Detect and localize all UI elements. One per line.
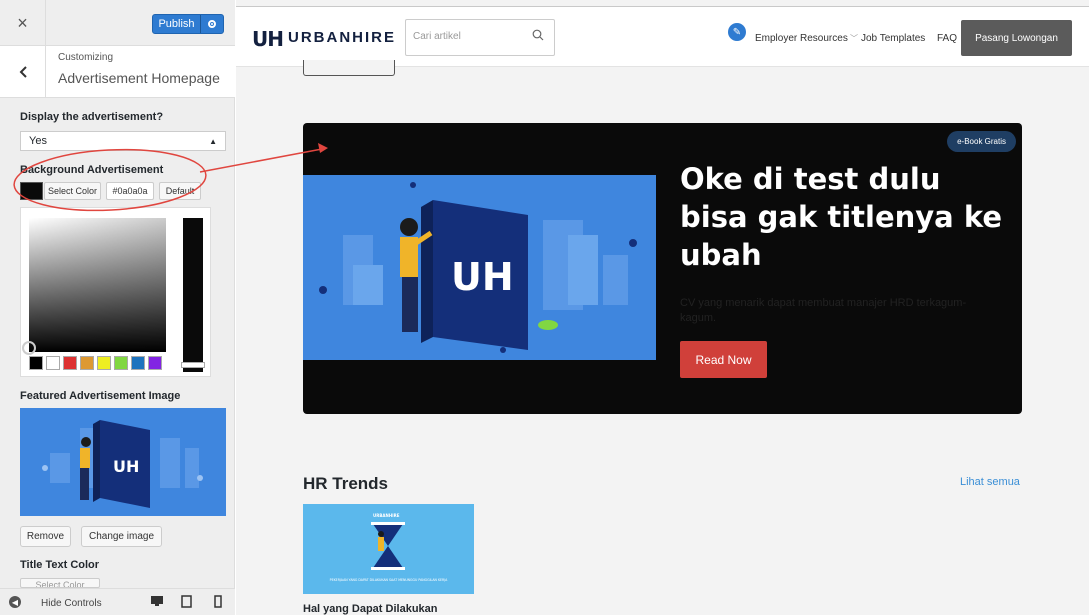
svg-text:UH: UH: [451, 255, 514, 299]
select-color-button[interactable]: Select Color: [44, 182, 101, 200]
logo-text[interactable]: URBANHIRE: [288, 29, 396, 46]
remove-image-button[interactable]: Remove: [20, 526, 71, 547]
customizer-header: × Publish: [0, 0, 235, 46]
edit-shortcut-icon[interactable]: ✎: [728, 23, 746, 41]
search-icon[interactable]: [532, 29, 544, 41]
palette-swatch-yellow[interactable]: [97, 356, 111, 370]
banner-illustration: UH: [303, 175, 656, 360]
hr-trends-title: HR Trends: [303, 474, 389, 493]
mobile-preview-icon[interactable]: [214, 595, 222, 608]
display-ad-value: Yes: [29, 135, 47, 147]
palette-swatch-white[interactable]: [46, 356, 60, 370]
site-header: UH URBANHIRE Cari artikel ✎ Employer Res…: [236, 7, 1089, 67]
section-subtitle: Customizing: [58, 52, 114, 63]
close-customizer-button[interactable]: ×: [0, 0, 46, 46]
card-brand: URBANHIRE: [373, 513, 400, 518]
palette-swatch-green[interactable]: [114, 356, 128, 370]
gear-icon[interactable]: [201, 15, 223, 33]
chevron-left-icon: [19, 66, 27, 78]
collapse-icon[interactable]: ◀: [9, 596, 21, 608]
select-arrows-icon: ▲: [209, 136, 217, 146]
bg-ad-label: Background Advertisement: [20, 164, 164, 176]
change-image-button[interactable]: Change image: [81, 526, 162, 547]
nav-employer-resources[interactable]: Employer Resources ﹀: [755, 33, 858, 44]
card-caption: PEKERJAAN YANG DAPAT DILAKUKAN SAAT MENU…: [330, 578, 448, 582]
back-button[interactable]: [0, 46, 46, 98]
saturation-gradient[interactable]: [29, 218, 166, 352]
banner-title: Oke di test dulu bisa gak titlenya ke ub…: [680, 162, 1003, 272]
default-color-button[interactable]: Default: [159, 182, 201, 200]
palette-swatch-red[interactable]: [63, 356, 77, 370]
nav-faq[interactable]: FAQ: [937, 33, 957, 44]
section-header: Customizing Advertisement Homepage: [0, 46, 235, 98]
featured-image-label: Featured Advertisement Image: [20, 390, 181, 402]
desktop-preview-icon[interactable]: [150, 595, 164, 607]
article-card-title[interactable]: Hal yang Dapat Dilakukan: [303, 603, 438, 615]
preview-top-strip: [236, 0, 1089, 7]
palette-swatch-blue[interactable]: [131, 356, 145, 370]
hue-slider-handle[interactable]: [181, 362, 205, 368]
current-color-swatch[interactable]: [20, 182, 43, 200]
chevron-down-icon: ﹀: [847, 34, 859, 43]
nav-job-templates[interactable]: Job Templates: [861, 33, 925, 44]
hue-slider[interactable]: [183, 218, 203, 372]
display-ad-label: Display the advertisement?: [20, 111, 164, 123]
tablet-preview-icon[interactable]: [181, 595, 192, 608]
palette-swatch-orange[interactable]: [80, 356, 94, 370]
article-card-image[interactable]: URBANHIRE PEKERJAAN YANG DAPAT DILAKUKAN…: [303, 504, 474, 594]
hide-controls-button[interactable]: Hide Controls: [41, 598, 102, 609]
post-job-button[interactable]: Pasang Lowongan: [961, 20, 1072, 56]
palette-swatch-black[interactable]: [29, 356, 43, 370]
svg-text:UH: UH: [113, 457, 139, 476]
section-title: Advertisement Homepage: [58, 70, 220, 86]
customizer-sidebar: × Publish Customizing Advertisement Home…: [0, 0, 235, 615]
ebook-badge: e-Book Gratis: [947, 131, 1016, 152]
see-all-link[interactable]: Lihat semua: [960, 476, 1020, 488]
display-ad-select[interactable]: Yes ▲: [20, 131, 226, 151]
color-picker: [20, 207, 211, 377]
publish-button[interactable]: Publish: [152, 14, 224, 34]
title-select-color-button[interactable]: Select Color: [20, 578, 100, 588]
gradient-handle[interactable]: [22, 341, 36, 355]
partial-button[interactable]: [303, 60, 395, 76]
logo-mark[interactable]: UH: [252, 27, 284, 51]
read-now-button[interactable]: Read Now: [680, 341, 767, 378]
ad-banner: e-Book Gratis UH Oke di test dulu bisa g…: [303, 123, 1022, 414]
title-color-label: Title Text Color: [20, 559, 100, 571]
publish-label[interactable]: Publish: [153, 15, 201, 33]
featured-image-preview: UH: [20, 408, 226, 516]
nav-employer-resources-label: Employer Resources: [755, 33, 848, 44]
customizer-footer: ◀ Hide Controls: [0, 588, 235, 615]
palette-swatch-purple[interactable]: [148, 356, 162, 370]
banner-description: CV yang menarik dapat membuat manajer HR…: [680, 297, 967, 324]
color-hex-input[interactable]: #0a0a0a: [106, 182, 154, 200]
